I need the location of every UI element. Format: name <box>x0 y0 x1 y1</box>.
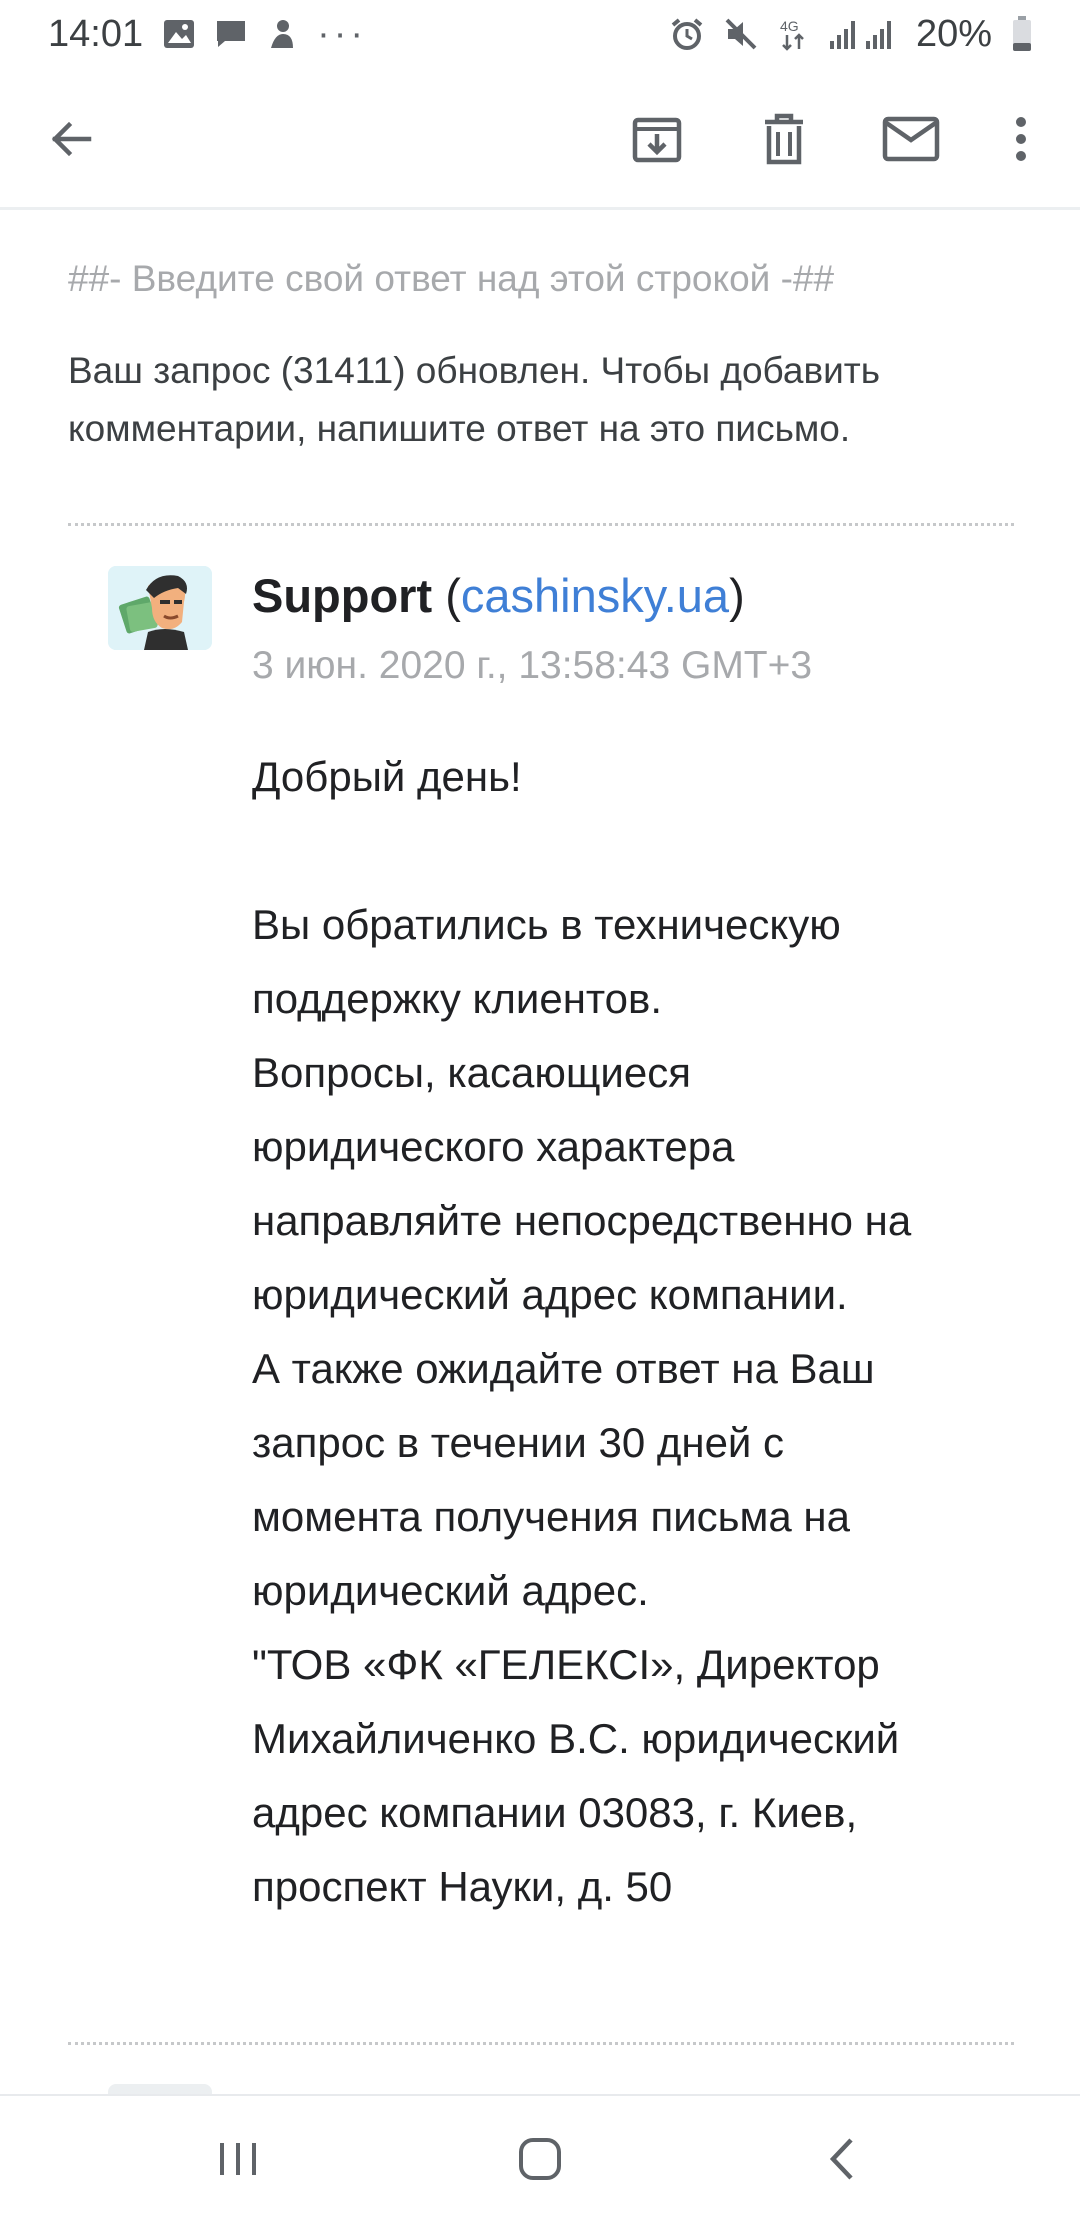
body-spacer <box>252 814 1052 888</box>
mail-icon <box>882 116 940 162</box>
body-line: "ТОВ «ФК «ГЕЛЕКСІ», Директор <box>252 1641 880 1688</box>
status-time: 14:01 <box>48 12 144 55</box>
status-bar: 14:01 ··· 4G 20% <box>0 0 1080 68</box>
image-icon <box>163 19 195 49</box>
delete-button[interactable] <box>749 104 819 174</box>
request-notice: Ваш запрос (31411) обновлен. Чтобы добав… <box>68 342 1028 458</box>
more-options-button[interactable] <box>986 104 1056 174</box>
status-bar-left: 14:01 ··· <box>48 13 367 56</box>
more-vert-icon <box>1016 117 1026 161</box>
body-line: юридического характера <box>252 1123 735 1170</box>
body-line: А также ожидайте ответ на Ваш <box>252 1345 875 1392</box>
sender-paren-close: ) <box>729 569 745 622</box>
status-bar-right: 4G 20% <box>670 13 1032 56</box>
body-greeting: Добрый день! <box>252 753 522 800</box>
recents-icon <box>220 2143 256 2175</box>
body-line: юридический адрес. <box>252 1567 649 1614</box>
body-line: момента получения письма на <box>252 1493 850 1540</box>
battery-percent: 20% <box>915 12 992 55</box>
sender-line: Support (cashinsky.ua) <box>252 568 745 623</box>
home-button[interactable] <box>500 2124 580 2194</box>
back-arrow-icon <box>51 121 92 157</box>
sender-avatar[interactable] <box>108 566 212 650</box>
signal-icon <box>828 17 896 51</box>
reply-above-line: ##- Введите свой ответ над этой строкой … <box>68 258 835 299</box>
body-line: Вопросы, касающиеся <box>252 1049 691 1096</box>
archive-icon <box>632 117 682 163</box>
svg-text:4G: 4G <box>780 18 799 34</box>
app-notification-icon <box>267 18 297 50</box>
body-line: Михайличенко В.С. юридический <box>252 1715 900 1762</box>
system-nav-bar <box>0 2094 1080 2222</box>
message-body: Добрый день! Вы обратились в техническую… <box>252 740 1052 1924</box>
mute-icon <box>724 17 758 51</box>
body-line: направляйте непосредственно на <box>252 1197 912 1244</box>
sender-name: Support <box>252 569 433 622</box>
sender-domain-link[interactable]: cashinsky.ua <box>461 569 729 622</box>
archive-button[interactable] <box>622 104 692 174</box>
message-date: 3 июн. 2020 г., 13:58:43 GMT+3 <box>252 644 813 687</box>
body-line: проспект Науки, д. 50 <box>252 1863 673 1910</box>
notice-line: Ваш запрос (31411) обновлен. Чтобы добав… <box>68 350 881 391</box>
mark-unread-button[interactable] <box>876 104 946 174</box>
message-divider <box>68 2042 1014 2045</box>
nav-back-button[interactable] <box>802 2124 882 2194</box>
body-line: поддержку клиентов. <box>252 975 662 1022</box>
avatar-illustration <box>108 566 212 650</box>
alarm-icon <box>670 17 704 51</box>
home-icon <box>519 2138 561 2180</box>
network-4g-icon: 4G <box>778 17 808 51</box>
notice-line: комментарии, напишите ответ на это письм… <box>68 408 851 449</box>
battery-icon <box>1012 16 1032 52</box>
recents-button[interactable] <box>198 2124 278 2194</box>
body-line: запрос в течении 30 дней с <box>252 1419 785 1466</box>
message-divider <box>68 523 1014 526</box>
body-line: юридический адрес компании. <box>252 1271 848 1318</box>
back-button[interactable] <box>36 104 106 174</box>
chat-icon <box>215 19 247 49</box>
trash-icon <box>765 113 803 165</box>
body-line: Вы обратились в техническую <box>252 901 841 948</box>
sender-paren-open: ( <box>432 569 461 622</box>
body-line: адрес компании 03083, г. Киев, <box>252 1789 858 1836</box>
nav-back-icon <box>829 2138 853 2180</box>
more-notifications-icon: ··· <box>317 13 368 55</box>
email-toolbar <box>0 68 1080 210</box>
